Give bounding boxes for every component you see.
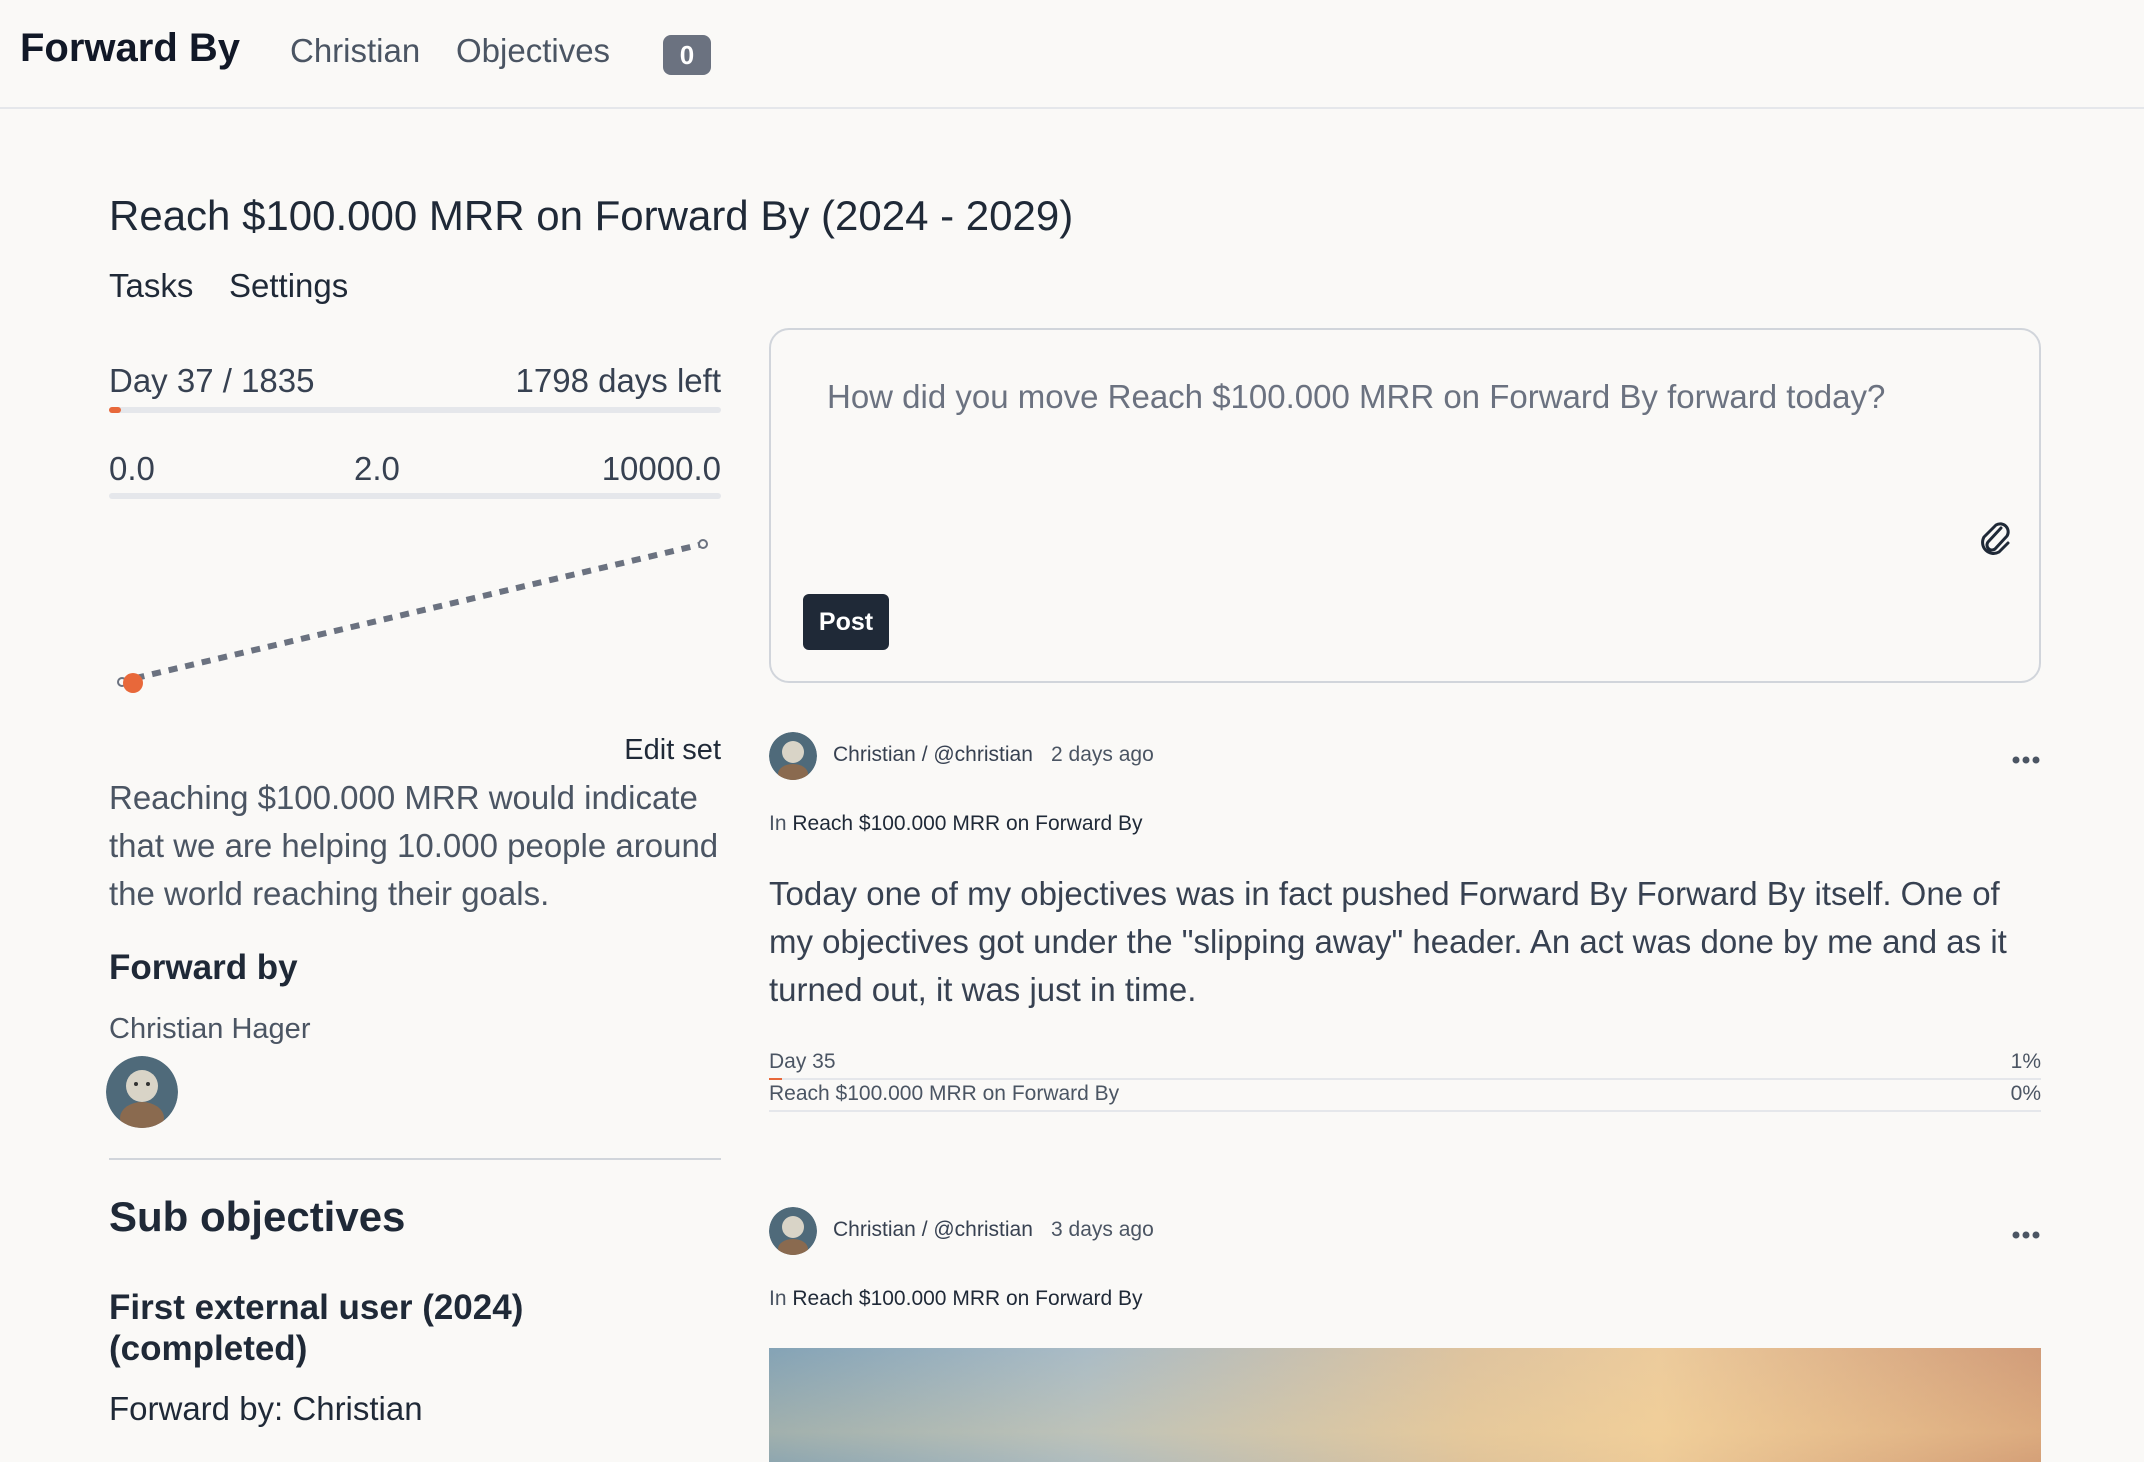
avatar[interactable] [769,1207,817,1255]
forward-by-name[interactable]: Christian Hager [109,1013,310,1046]
in-prefix: In [769,1287,787,1310]
in-prefix: In [769,812,787,835]
days-progress-labels: Day 37 / 1835 1798 days left [109,362,721,406]
top-navigation-bar: Forward By Christian Objectives 0 [0,0,2144,109]
paperclip-icon[interactable] [1977,518,2011,558]
post-day-label: Day 35 [769,1050,836,1073]
value-start: 0.0 [109,450,155,487]
target-point [698,539,708,549]
post-time: 2 days ago [1051,743,1154,766]
activity-post: Christian / @christian 2 days ago In Rea… [769,728,2041,1128]
post-day-progress-bar [769,1078,2041,1080]
post-objective-link[interactable]: Reach $100.000 MRR on Forward By [792,812,1142,835]
nav-objectives-link[interactable]: Objectives [456,32,610,70]
edit-set-link[interactable]: Edit set [624,734,721,767]
post-objective-link[interactable]: Reach $100.000 MRR on Forward By [792,1287,1142,1310]
tab-tasks[interactable]: Tasks [109,267,193,305]
section-divider [109,1158,721,1160]
nav-user-link[interactable]: Christian [290,32,420,70]
more-options-icon[interactable] [2011,1229,2041,1241]
post-composer: Post [769,328,2041,683]
days-progress-fill [109,407,121,413]
post-objective-context: In Reach $100.000 MRR on Forward By [769,812,1143,836]
avatar-image [769,1207,817,1255]
post-image[interactable] [769,1348,2041,1462]
day-counter: Day 37 / 1835 [109,362,315,399]
current-point [123,673,143,693]
value-current: 2.0 [354,450,400,487]
value-progress-bar [109,493,721,499]
objective-description: Reaching $100.000 MRR would indicate tha… [109,779,719,912]
post-time: 3 days ago [1051,1218,1154,1241]
activity-post: Christian / @christian 3 days ago In Rea… [769,1203,2041,1462]
post-objective-context: In Reach $100.000 MRR on Forward By [769,1287,1143,1311]
post-day-progress: Day 35 1% [769,1050,2041,1078]
days-left: 1798 days left [515,362,721,399]
avatar[interactable] [106,1056,178,1128]
post-day-progress-fill [769,1078,782,1080]
post-objective-progress: Reach $100.000 MRR on Forward By 0% [769,1082,2041,1110]
forward-by-heading: Forward by [109,948,298,987]
value-target: 10000.0 [601,450,721,487]
post-objective-progress-bar [769,1110,2041,1112]
avatar-image [106,1056,178,1128]
progress-trend-chart [117,539,708,693]
brand-logo[interactable]: Forward By [20,26,240,71]
post-objective-percent: 0% [2010,1082,2041,1105]
post-objective-label: Reach $100.000 MRR on Forward By [769,1082,1120,1105]
post-body: Today one of my objectives was in fact p… [769,875,2007,1008]
post-author[interactable]: Christian / @christian [833,1218,1033,1242]
post-button[interactable]: Post [803,594,889,650]
value-progress-labels: 0.0 2.0 10000.0 [109,450,721,494]
avatar-image [769,732,817,780]
sub-objectives-heading: Sub objectives [109,1193,406,1240]
target-trend-line [118,541,704,685]
more-options-icon[interactable] [2011,754,2041,766]
post-day-percent: 1% [2010,1050,2041,1073]
post-author[interactable]: Christian / @christian [833,743,1033,767]
days-progress-bar [109,407,721,413]
notification-count-badge[interactable]: 0 [663,35,711,75]
tab-settings[interactable]: Settings [229,267,348,305]
page-title: Reach $100.000 MRR on Forward By (2024 -… [109,192,1074,239]
avatar[interactable] [769,732,817,780]
sub-objective-title[interactable]: First external user (2024) (completed) [109,1287,709,1369]
progress-update-input[interactable] [827,378,1967,528]
sub-objective-forward-by: Forward by: Christian [109,1390,423,1427]
